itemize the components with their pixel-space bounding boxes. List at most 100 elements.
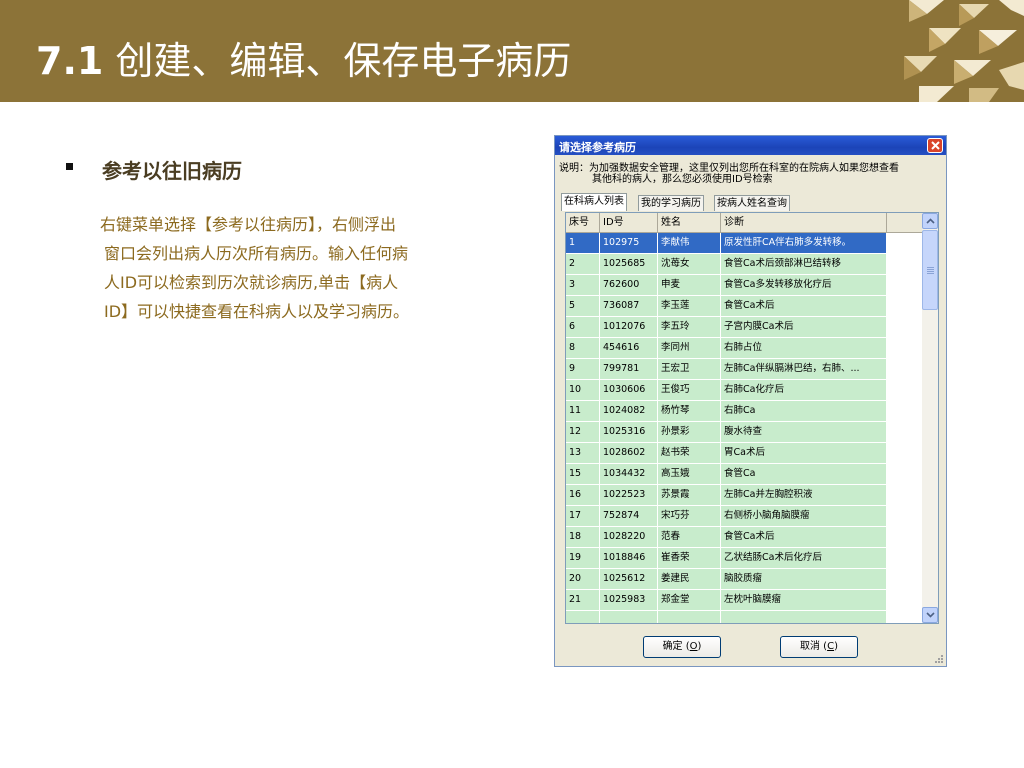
- cell-filler: [887, 485, 923, 506]
- cell-id: 752874: [600, 506, 658, 527]
- scroll-thumb[interactable]: [922, 230, 938, 310]
- column-header-id[interactable]: ID号: [600, 213, 658, 233]
- cell-id: 1030606: [600, 380, 658, 401]
- patient-grid: 床号 ID号 姓名 诊断 1 102975 李献伟 原发性肝CA伴右肺多发转移。 2 10…: [565, 212, 939, 624]
- cell-bed: [566, 611, 600, 623]
- cell-id: 1028602: [600, 443, 658, 464]
- cell-filler: [887, 527, 923, 548]
- tab-my-study-records[interactable]: 我的学习病历: [638, 195, 704, 211]
- column-header-diagnosis[interactable]: 诊断: [721, 213, 887, 233]
- cell-bed: 8: [566, 338, 600, 359]
- cell-filler: [887, 464, 923, 485]
- table-row[interactable]: 20 1025612 姜建民 脑胶质瘤: [566, 569, 923, 590]
- cell-id: [600, 611, 658, 623]
- ok-button-label: 确定: [662, 641, 683, 652]
- table-row[interactable]: [566, 611, 923, 623]
- table-row[interactable]: 11 1024082 杨竹琴 右肺Ca: [566, 401, 923, 422]
- table-row[interactable]: 18 1028220 范春 食管Ca术后: [566, 527, 923, 548]
- cell-diagnosis: 左肺Ca伴纵膈淋巴结，右肺、...: [721, 359, 887, 380]
- ok-hotkey: O: [689, 641, 698, 652]
- cell-id: 1025983: [600, 590, 658, 611]
- table-row[interactable]: 3 762600 申麦 食管Ca多发转移放化疗后: [566, 275, 923, 296]
- cell-name: 姜建民: [658, 569, 721, 590]
- cell-name: [658, 611, 721, 623]
- column-header-bed[interactable]: 床号: [566, 213, 600, 233]
- table-row[interactable]: 5 736087 李玉莲 食管Ca术后: [566, 296, 923, 317]
- table-row[interactable]: 9 799781 王宏卫 左肺Ca伴纵膈淋巴结，右肺、...: [566, 359, 923, 380]
- cell-id: 1022523: [600, 485, 658, 506]
- cell-filler: [887, 506, 923, 527]
- table-row[interactable]: 17 752874 宋巧芬 右侧桥小脑角脑膜瘤: [566, 506, 923, 527]
- cell-bed: 19: [566, 548, 600, 569]
- paragraph-line: 人ID可以检索到历次就诊病历,单击【病人: [104, 273, 399, 292]
- cell-filler: [887, 401, 923, 422]
- close-button[interactable]: [927, 138, 943, 153]
- cell-bed: 21: [566, 590, 600, 611]
- cell-name: 宋巧芬: [658, 506, 721, 527]
- cell-id: 1025685: [600, 254, 658, 275]
- table-row[interactable]: 21 1025983 郑金堂 左枕叶脑膜瘤: [566, 590, 923, 611]
- cell-name: 赵书荣: [658, 443, 721, 464]
- cancel-button-label: 取消: [800, 641, 820, 652]
- table-row[interactable]: 2 1025685 沈苺女 食管Ca术后颈部淋巴结转移: [566, 254, 923, 275]
- cell-id: 1025612: [600, 569, 658, 590]
- table-row[interactable]: 10 1030606 王俊巧 右肺Ca化疗后: [566, 380, 923, 401]
- cell-filler: [887, 590, 923, 611]
- scroll-down-button[interactable]: [922, 607, 938, 623]
- cell-filler: [887, 359, 923, 380]
- ok-button[interactable]: 确定 (O): [643, 636, 721, 658]
- paragraph-line: 窗口会列出病人历次所有病历。输入任何病: [104, 244, 409, 263]
- cell-name: 李玉莲: [658, 296, 721, 317]
- slide-header: 7.1 创建、编辑、保存电子病历: [0, 0, 1024, 102]
- chevron-down-icon: [926, 612, 935, 618]
- cell-name: 申麦: [658, 275, 721, 296]
- cell-name: 苏景霞: [658, 485, 721, 506]
- cell-diagnosis: 食管Ca: [721, 464, 887, 485]
- cell-bed: 10: [566, 380, 600, 401]
- scroll-up-button[interactable]: [922, 213, 938, 229]
- cell-id: 1018846: [600, 548, 658, 569]
- cell-diagnosis: 食管Ca术后: [721, 296, 887, 317]
- table-row[interactable]: 19 1018846 崔香荣 乙状结肠Ca术后化疗后: [566, 548, 923, 569]
- table-row[interactable]: 15 1034432 高玉娥 食管Ca: [566, 464, 923, 485]
- tab-search-by-name[interactable]: 按病人姓名查询: [714, 195, 790, 211]
- cell-id: 1025316: [600, 422, 658, 443]
- cell-name: 高玉娥: [658, 464, 721, 485]
- cell-diagnosis: 右肺Ca: [721, 401, 887, 422]
- resize-grip-icon[interactable]: [934, 654, 944, 664]
- cell-filler: [887, 569, 923, 590]
- cell-bed: 2: [566, 254, 600, 275]
- cell-filler: [887, 296, 923, 317]
- cell-filler: [887, 317, 923, 338]
- cell-bed: 3: [566, 275, 600, 296]
- column-header-name[interactable]: 姓名: [658, 213, 721, 233]
- slide-title: 7.1 创建、编辑、保存电子病历: [36, 30, 571, 85]
- cell-bed: 11: [566, 401, 600, 422]
- table-row[interactable]: 16 1022523 苏景霞 左肺Ca并左胸腔积液: [566, 485, 923, 506]
- dialog-titlebar[interactable]: 请选择参考病历: [555, 136, 946, 155]
- cell-filler: [887, 611, 923, 623]
- cell-name: 李五玲: [658, 317, 721, 338]
- table-row[interactable]: 8 454616 李同州 右肺占位: [566, 338, 923, 359]
- cancel-button[interactable]: 取消 (C): [780, 636, 858, 658]
- bullet-marker: [66, 163, 73, 170]
- cell-name: 孙景彩: [658, 422, 721, 443]
- cell-bed: 15: [566, 464, 600, 485]
- table-row[interactable]: 12 1025316 孙景彩 腹水待查: [566, 422, 923, 443]
- cancel-hotkey: C: [827, 641, 835, 652]
- table-row[interactable]: 13 1028602 赵书荣 胃Ca术后: [566, 443, 923, 464]
- cell-id: 1028220: [600, 527, 658, 548]
- vertical-scrollbar[interactable]: [922, 213, 938, 623]
- table-row[interactable]: 6 1012076 李五玲 子宫内膜Ca术后: [566, 317, 923, 338]
- close-icon: [931, 141, 940, 150]
- cell-bed: 5: [566, 296, 600, 317]
- cell-diagnosis: 子宫内膜Ca术后: [721, 317, 887, 338]
- cell-id: 1034432: [600, 464, 658, 485]
- cell-id: 102975: [600, 233, 658, 254]
- tab-inpatient-list[interactable]: 在科病人列表: [561, 193, 627, 211]
- cell-bed: 1: [566, 233, 600, 254]
- cell-bed: 9: [566, 359, 600, 380]
- table-row[interactable]: 1 102975 李献伟 原发性肝CA伴右肺多发转移。: [566, 233, 923, 254]
- section-subtitle: 参考以往旧病历: [102, 159, 242, 183]
- cell-diagnosis: 胃Ca术后: [721, 443, 887, 464]
